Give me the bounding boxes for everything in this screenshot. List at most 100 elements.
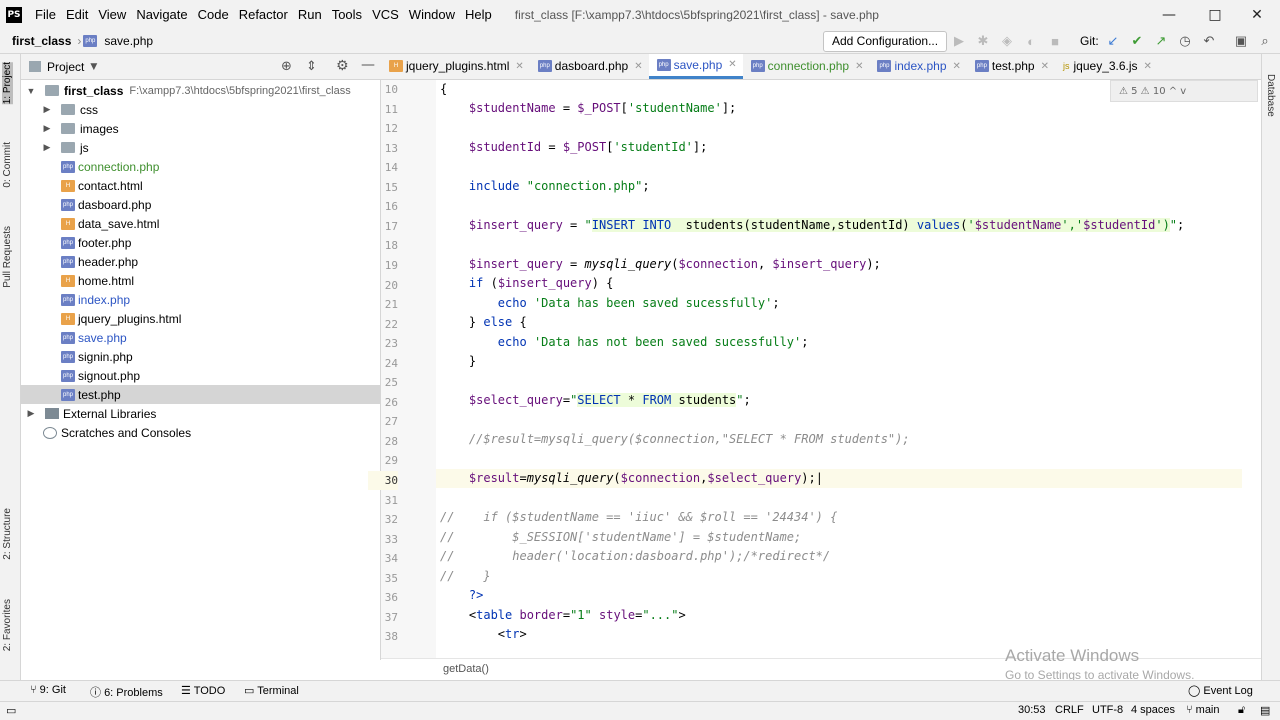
line-number: 14: [384, 161, 398, 174]
tree-root[interactable]: ▼ first_class F:\xampp7.3\htdocs\5bfspri…: [21, 81, 380, 100]
breadcrumb-project[interactable]: first_class: [8, 34, 75, 48]
project-view-title[interactable]: Project: [47, 60, 84, 74]
menu-edit[interactable]: Edit: [61, 0, 93, 29]
close-icon[interactable]: ✕: [515, 61, 523, 72]
caret-position[interactable]: 30:53: [1018, 704, 1046, 716]
tree-file[interactable]: php save.php: [21, 328, 380, 347]
close-icon[interactable]: ✕: [953, 61, 961, 72]
close-icon[interactable]: ✕: [1144, 61, 1152, 72]
maximize-button[interactable]: □: [1192, 0, 1238, 29]
line-number: 12: [384, 122, 398, 135]
minimize-button[interactable]: —: [1146, 0, 1192, 29]
pull-requests-tool-tab[interactable]: Pull Requests: [2, 226, 13, 288]
menu-view[interactable]: View: [93, 0, 131, 29]
line-separator[interactable]: CRLF: [1055, 704, 1084, 716]
editor-tab[interactable]: php test.php ✕: [967, 54, 1055, 79]
menu-run[interactable]: Run: [293, 0, 327, 29]
inspection-widget[interactable]: ⚠ 5 ⚠ 10 ^ v: [1110, 80, 1258, 102]
tree-file[interactable]: Hcontact.html: [21, 176, 380, 195]
run-icon[interactable]: ▶: [950, 32, 968, 50]
editor-tab[interactable]: Hjquery_plugins.html ✕: [381, 54, 530, 79]
history-icon[interactable]: ◷: [1176, 32, 1194, 50]
chevron-right-icon[interactable]: ▶: [41, 123, 53, 134]
rollback-icon[interactable]: ↶: [1200, 32, 1218, 50]
commit-tool-tab[interactable]: 0: Commit: [2, 142, 13, 188]
close-button[interactable]: ✕: [1234, 0, 1280, 29]
editor-tab[interactable]: php index.php ✕: [869, 54, 966, 79]
code-line: // $_SESSION['studentName'] = $studentNa…: [440, 530, 802, 544]
tree-file[interactable]: php signout.php: [21, 366, 380, 385]
add-configuration-button[interactable]: Add Configuration...: [823, 31, 948, 52]
menu-file[interactable]: File: [30, 0, 61, 29]
tree-file[interactable]: Hdata_save.html: [21, 214, 380, 233]
project-structure-icon[interactable]: ▣: [1232, 32, 1250, 50]
status-layout-icon[interactable]: ▭: [6, 704, 16, 717]
chevron-down-icon[interactable]: ▼: [25, 86, 37, 96]
code-line: {: [440, 82, 448, 96]
close-icon[interactable]: ✕: [634, 61, 642, 72]
tree-file[interactable]: Hjquery_plugins.html: [21, 309, 380, 328]
database-tool-tab[interactable]: Database: [1265, 74, 1276, 117]
tree-file[interactable]: php connection.php: [21, 157, 380, 176]
close-icon[interactable]: ✕: [855, 61, 863, 72]
menu-navigate[interactable]: Navigate: [131, 0, 192, 29]
tree-scratches[interactable]: Scratches and Consoles: [21, 423, 380, 442]
problems-tool-button[interactable]: ⓘ 6: Problems: [90, 684, 163, 700]
chevron-right-icon[interactable]: ▶: [41, 142, 53, 153]
profile-icon[interactable]: ◐: [1022, 32, 1040, 50]
stop-icon[interactable]: ■: [1046, 32, 1064, 50]
editor-tab[interactable]: php dasboard.php ✕: [530, 54, 649, 79]
editor-tab[interactable]: php connection.php ✕: [743, 54, 870, 79]
git-commit-icon[interactable]: ✔: [1128, 32, 1146, 50]
git-push-icon[interactable]: ↗: [1152, 32, 1170, 50]
terminal-tool-button[interactable]: ▭ Terminal: [244, 684, 299, 697]
memory-indicator-icon[interactable]: ▤: [1260, 704, 1270, 717]
lock-icon[interactable]: 🔓︎: [1238, 704, 1245, 717]
project-tool-tab[interactable]: 1: Project: [2, 62, 13, 105]
chevron-right-icon[interactable]: ▶: [25, 408, 37, 419]
file-encoding[interactable]: UTF-8: [1092, 704, 1123, 716]
debug-icon[interactable]: ✱: [974, 32, 992, 50]
editor-tab[interactable]: js jquey_3.6.js ✕: [1055, 54, 1158, 79]
tree-external-libraries[interactable]: ▶ External Libraries: [21, 404, 380, 423]
chevron-down-icon[interactable]: ▼: [90, 62, 97, 72]
menu-help[interactable]: Help: [460, 0, 497, 29]
tree-file[interactable]: php header.php: [21, 252, 380, 271]
code-editor[interactable]: { $studentName = $_POST['studentName']; …: [436, 80, 1246, 658]
collapse-all-icon[interactable]: ⇕: [306, 59, 317, 74]
structure-tool-tab[interactable]: 2: Structure: [2, 508, 13, 560]
tree-file[interactable]: php signin.php: [21, 347, 380, 366]
todo-tool-button[interactable]: ☰ TODO: [181, 684, 225, 697]
tree-file[interactable]: php dasboard.php: [21, 195, 380, 214]
breadcrumb-file[interactable]: save.php: [100, 34, 157, 48]
locate-file-icon[interactable]: ⊕: [281, 59, 292, 74]
chevron-right-icon[interactable]: ▶: [41, 104, 53, 115]
search-everywhere-icon[interactable]: ⌕: [1256, 32, 1274, 50]
favorites-tool-tab[interactable]: 2: Favorites: [2, 599, 13, 651]
event-log-button[interactable]: ◯ Event Log: [1188, 684, 1253, 697]
hide-panel-icon[interactable]: —: [361, 57, 375, 73]
indent-setting[interactable]: 4 spaces: [1131, 704, 1175, 716]
menu-refactor[interactable]: Refactor: [234, 0, 293, 29]
coverage-icon[interactable]: ◈: [998, 32, 1016, 50]
menu-tools[interactable]: Tools: [327, 0, 367, 29]
close-icon[interactable]: ✕: [728, 59, 736, 70]
tree-file[interactable]: php index.php: [21, 290, 380, 309]
git-tool-button[interactable]: ⑂ 9: Git: [30, 684, 66, 696]
tree-file-selected[interactable]: php test.php: [21, 385, 380, 404]
tree-folder-js[interactable]: ▶ js: [21, 138, 380, 157]
tree-file[interactable]: Hhome.html: [21, 271, 380, 290]
git-tool-label: 9: Git: [39, 684, 66, 696]
function-crumb[interactable]: getData(): [443, 663, 489, 675]
git-update-icon[interactable]: ↙: [1104, 32, 1122, 50]
menu-vcs[interactable]: VCS: [367, 0, 404, 29]
git-branch[interactable]: ⑂ main: [1186, 704, 1220, 716]
gear-icon[interactable]: ⚙: [336, 58, 349, 74]
menu-window[interactable]: Window: [404, 0, 460, 29]
tree-folder-images[interactable]: ▶ images: [21, 119, 380, 138]
menu-code[interactable]: Code: [193, 0, 234, 29]
close-icon[interactable]: ✕: [1041, 61, 1049, 72]
editor-tab-active[interactable]: php save.php ✕: [648, 54, 743, 79]
tree-folder-css[interactable]: ▶ css: [21, 100, 380, 119]
tree-file[interactable]: php footer.php: [21, 233, 380, 252]
